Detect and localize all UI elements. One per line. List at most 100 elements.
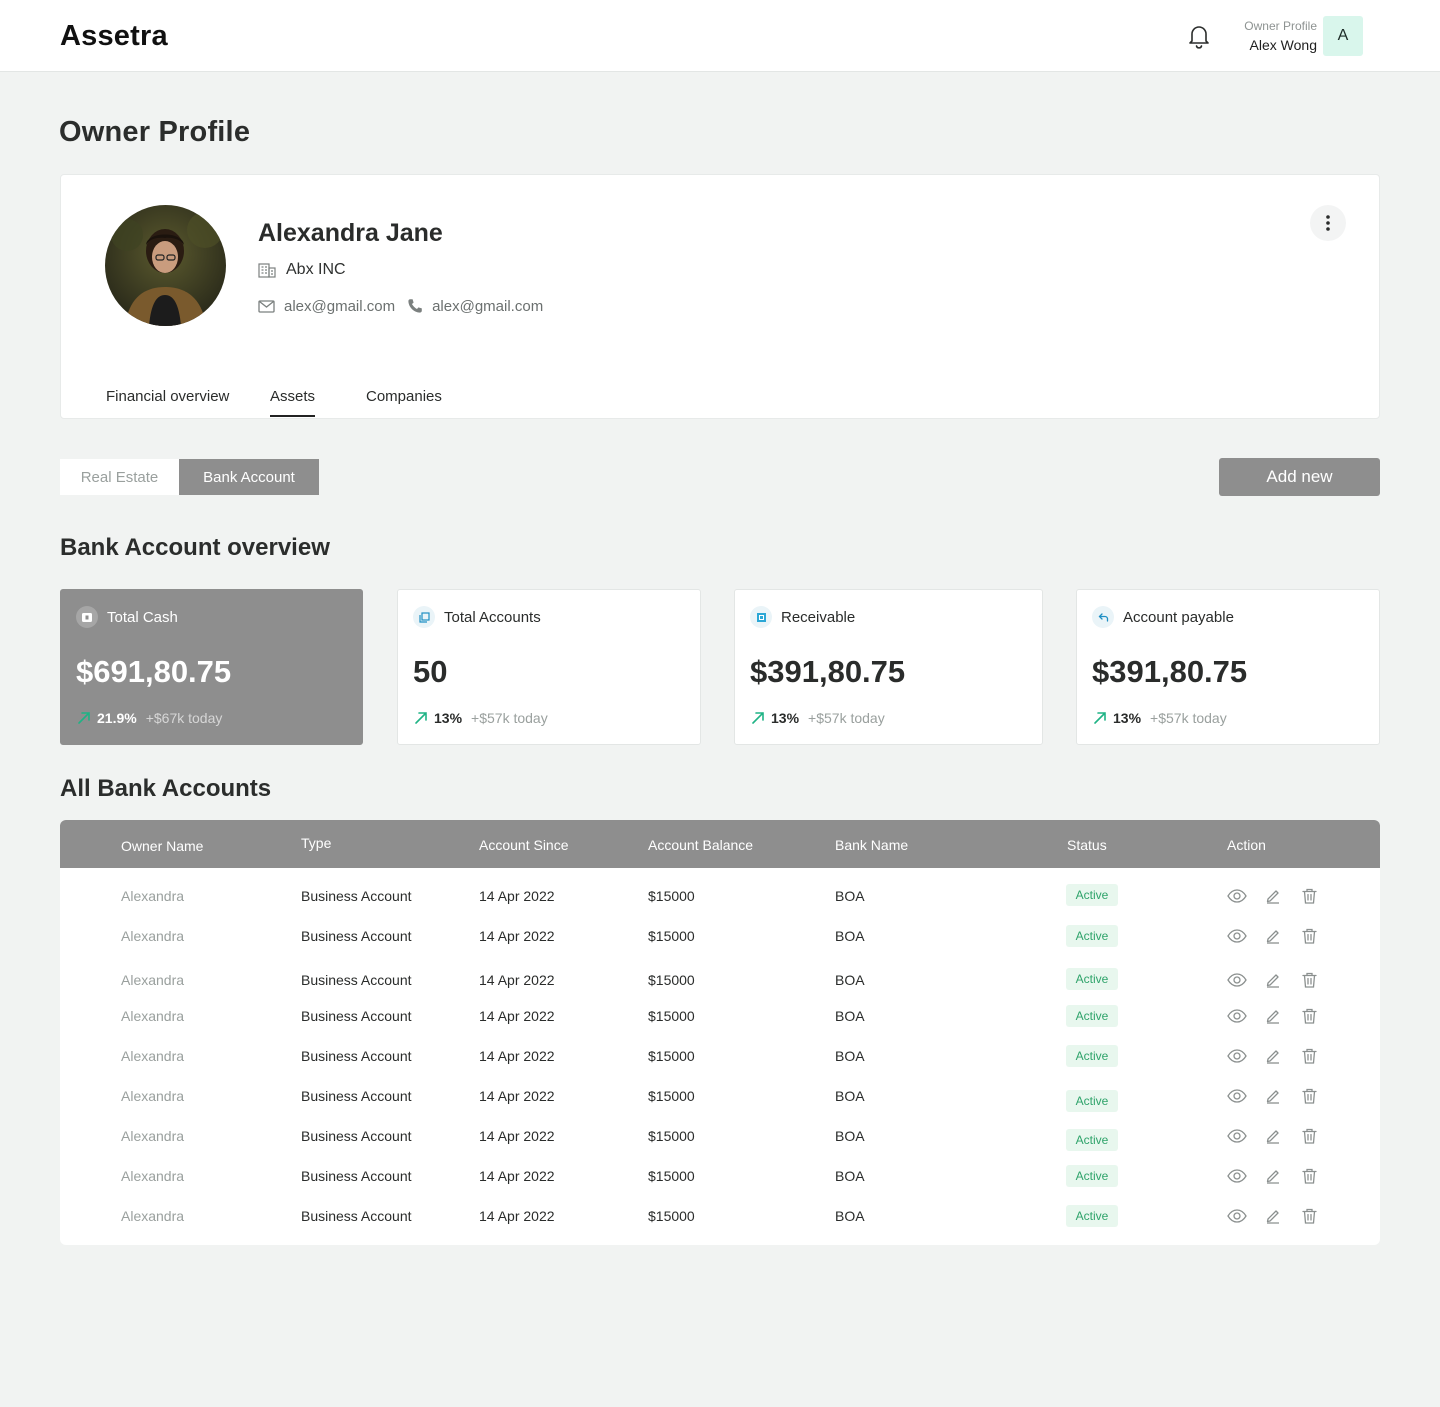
- tab-financial-overview[interactable]: Financial overview: [106, 388, 229, 415]
- view-icon[interactable]: [1227, 970, 1247, 990]
- user-avatar[interactable]: A: [1323, 16, 1363, 56]
- stat-value: $391,80.75: [1092, 654, 1248, 689]
- cell-balance: $15000: [648, 928, 695, 944]
- col-status[interactable]: Status: [1067, 837, 1107, 853]
- status-badge: Active: [1066, 1165, 1118, 1187]
- edit-icon[interactable]: [1263, 1206, 1283, 1226]
- edit-icon[interactable]: [1263, 1086, 1283, 1106]
- brand-logo[interactable]: Assetra: [60, 20, 168, 53]
- notification-bell-icon[interactable]: [1186, 22, 1212, 50]
- stat-label: Receivable: [781, 608, 856, 626]
- edit-icon[interactable]: [1263, 1166, 1283, 1186]
- table-row[interactable]: Alexandra Business Account 14 Apr 2022 $150…: [60, 1005, 1380, 1029]
- delete-icon[interactable]: [1299, 926, 1319, 946]
- stat-card-receivable[interactable]: Receivable $391,80.75 13% +$57k today: [734, 589, 1043, 745]
- mail-icon: [258, 299, 275, 313]
- receivable-icon: [750, 606, 772, 628]
- cell-since: 14 Apr 2022: [479, 972, 555, 988]
- table-row[interactable]: Alexandra Business Account 14 Apr 2022 $150…: [60, 1205, 1380, 1229]
- view-icon[interactable]: [1227, 886, 1247, 906]
- cell-since: 14 Apr 2022: [479, 1128, 555, 1144]
- cell-balance: $15000: [648, 1088, 695, 1104]
- col-account-balance[interactable]: Account Balance: [648, 837, 753, 853]
- edit-icon[interactable]: [1263, 926, 1283, 946]
- cell-since: 14 Apr 2022: [479, 1168, 555, 1184]
- cell-type: Business Account: [301, 1208, 412, 1224]
- user-menu[interactable]: Owner Profile Alex Wong: [1244, 19, 1317, 55]
- delete-icon[interactable]: [1299, 1086, 1319, 1106]
- real-estate-option[interactable]: Real Estate: [60, 459, 179, 495]
- accounts-title: All Bank Accounts: [60, 775, 272, 802]
- stat-value: $691,80.75: [76, 654, 232, 689]
- status-badge: Active: [1066, 1205, 1118, 1227]
- edit-icon[interactable]: [1263, 1006, 1283, 1026]
- cell-balance: $15000: [648, 1008, 695, 1024]
- col-account-since[interactable]: Account Since: [479, 837, 569, 853]
- status-badge: Active: [1066, 1129, 1118, 1151]
- table-row[interactable]: Alexandra Business Account 14 Apr 2022 $150…: [60, 925, 1380, 949]
- cell-since: 14 Apr 2022: [479, 888, 555, 904]
- view-icon[interactable]: [1227, 1206, 1247, 1226]
- delete-icon[interactable]: [1299, 970, 1319, 990]
- stat-card-account-payable[interactable]: Account payable $391,80.75 13% +$57k tod…: [1076, 589, 1380, 745]
- more-options-icon[interactable]: [1310, 205, 1346, 241]
- stat-card-total-accounts[interactable]: Total Accounts 50 13% +$57k today: [397, 589, 701, 745]
- stat-percent: 13%: [1113, 710, 1142, 726]
- cell-bank: BOA: [835, 888, 865, 904]
- table-row[interactable]: Alexandra Business Account 14 Apr 2022 $150…: [60, 968, 1380, 993]
- stat-value: 50: [413, 654, 448, 689]
- status-badge: Active: [1066, 925, 1118, 947]
- bank-account-option[interactable]: Bank Account: [179, 459, 319, 495]
- delete-icon[interactable]: [1299, 1046, 1319, 1066]
- edit-icon[interactable]: [1263, 886, 1283, 906]
- edit-icon[interactable]: [1263, 970, 1283, 990]
- accounts-icon: [413, 606, 435, 628]
- stat-label: Account payable: [1123, 608, 1234, 626]
- view-icon[interactable]: [1227, 1166, 1247, 1186]
- delete-icon[interactable]: [1299, 1166, 1319, 1186]
- col-type[interactable]: Type: [301, 835, 331, 851]
- table-row[interactable]: Alexandra Business Account 14 Apr 2022 $150…: [60, 1165, 1380, 1189]
- col-bank-name[interactable]: Bank Name: [835, 837, 908, 853]
- cell-since: 14 Apr 2022: [479, 1008, 555, 1024]
- tab-assets[interactable]: Assets: [270, 388, 316, 417]
- view-icon[interactable]: [1227, 1006, 1247, 1026]
- cell-type: Business Account: [301, 972, 412, 988]
- table-row[interactable]: Alexandra Business Account 14 Apr 2022 $150…: [60, 1045, 1380, 1069]
- cell-bank: BOA: [835, 1168, 865, 1184]
- table-header: Owner Name Type Account Since Account Ba…: [60, 820, 1380, 868]
- company-line: Abx INC: [258, 260, 346, 280]
- view-icon[interactable]: [1227, 1126, 1247, 1146]
- cell-type: Business Account: [301, 1168, 412, 1184]
- cell-owner: Alexandra: [121, 1208, 185, 1224]
- col-owner-name[interactable]: Owner Name: [121, 838, 203, 854]
- edit-icon[interactable]: [1263, 1126, 1283, 1146]
- table-row[interactable]: Alexandra Business Account 14 Apr 2022 $150…: [60, 1085, 1380, 1112]
- owner-name: Alexandra Jane: [258, 219, 443, 247]
- edit-icon[interactable]: [1263, 1046, 1283, 1066]
- delete-icon[interactable]: [1299, 1206, 1319, 1226]
- view-icon[interactable]: [1227, 1086, 1247, 1106]
- cell-bank: BOA: [835, 1128, 865, 1144]
- table-row[interactable]: Alexandra Business Account 14 Apr 2022 $150…: [60, 1125, 1380, 1151]
- email-text[interactable]: alex@gmail.com: [284, 298, 395, 315]
- add-new-button[interactable]: Add new: [1219, 458, 1380, 496]
- delete-icon[interactable]: [1299, 1006, 1319, 1026]
- delete-icon[interactable]: [1299, 1126, 1319, 1146]
- cell-owner: Alexandra: [121, 1168, 185, 1184]
- tab-companies[interactable]: Companies: [366, 388, 442, 415]
- table-row[interactable]: Alexandra Business Account 14 Apr 2022 $150…: [60, 884, 1380, 909]
- view-icon[interactable]: [1227, 1046, 1247, 1066]
- stat-card-total-cash[interactable]: Total Cash $691,80.75 21.9% +$67k today: [60, 589, 363, 745]
- cell-owner: Alexandra: [121, 1088, 185, 1104]
- bank-accounts-table: Owner Name Type Account Since Account Ba…: [60, 820, 1380, 1245]
- delete-icon[interactable]: [1299, 886, 1319, 906]
- cell-owner: Alexandra: [121, 928, 185, 944]
- stat-delta: +$57k today: [808, 710, 885, 726]
- phone-text[interactable]: alex@gmail.com: [432, 298, 543, 315]
- stat-percent: 21.9%: [97, 710, 137, 726]
- view-icon[interactable]: [1227, 926, 1247, 946]
- stat-delta: +$57k today: [1150, 710, 1227, 726]
- stat-delta: +$57k today: [471, 710, 548, 726]
- company-name: Abx INC: [286, 261, 346, 278]
